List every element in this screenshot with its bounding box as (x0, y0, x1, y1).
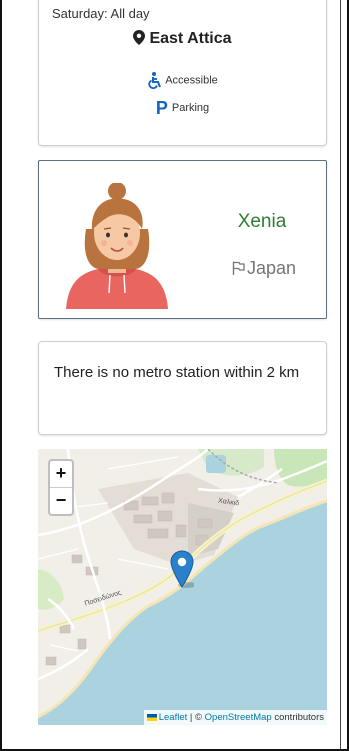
area-label: East Attica (149, 30, 232, 47)
opening-hours: Saturday: All day (52, 6, 150, 21)
leaflet-link[interactable]: Leaflet (159, 712, 188, 723)
map[interactable]: Χαλκιδ Ποσειδώνος + − Leaflet | © OpenSt… (38, 449, 327, 725)
host-avatar (66, 183, 168, 309)
parking-label: Parking (171, 101, 210, 114)
map-marker-icon[interactable] (170, 550, 194, 588)
area-label-row: East Attica (39, 30, 326, 48)
zoom-control: + − (48, 459, 74, 516)
wheelchair-icon (148, 72, 162, 89)
metro-card: There is no metro station within 2 km (38, 341, 327, 435)
attribution-contributors: contributors (274, 712, 324, 723)
attribution-separator: | (189, 712, 193, 723)
flag-icon (232, 261, 245, 275)
map-pin-icon (133, 30, 146, 45)
accessible-feature: Accessible (39, 72, 326, 89)
zoom-in-button[interactable]: + (50, 461, 72, 487)
host-name: Xenia (237, 211, 287, 232)
accessible-label: Accessible (165, 74, 218, 87)
host-card[interactable]: Xenia Japan (38, 160, 327, 319)
host-country-row: Japan (209, 258, 319, 279)
metro-info-text: There is no metro station within 2 km (54, 364, 300, 381)
parking-icon: P (155, 98, 168, 118)
parking-feature: P Parking (39, 98, 326, 118)
attribution-copyright: © (195, 712, 202, 723)
host-country: Japan (246, 258, 297, 278)
ukraine-flag-icon (146, 714, 157, 721)
zoom-out-button[interactable]: − (50, 487, 72, 514)
location-card: Saturday: All day East Attica Accessible… (38, 0, 327, 146)
openstreetmap-link[interactable]: OpenStreetMap (205, 712, 272, 723)
map-attribution: Leaflet | © OpenStreetMap contributors (143, 710, 327, 725)
